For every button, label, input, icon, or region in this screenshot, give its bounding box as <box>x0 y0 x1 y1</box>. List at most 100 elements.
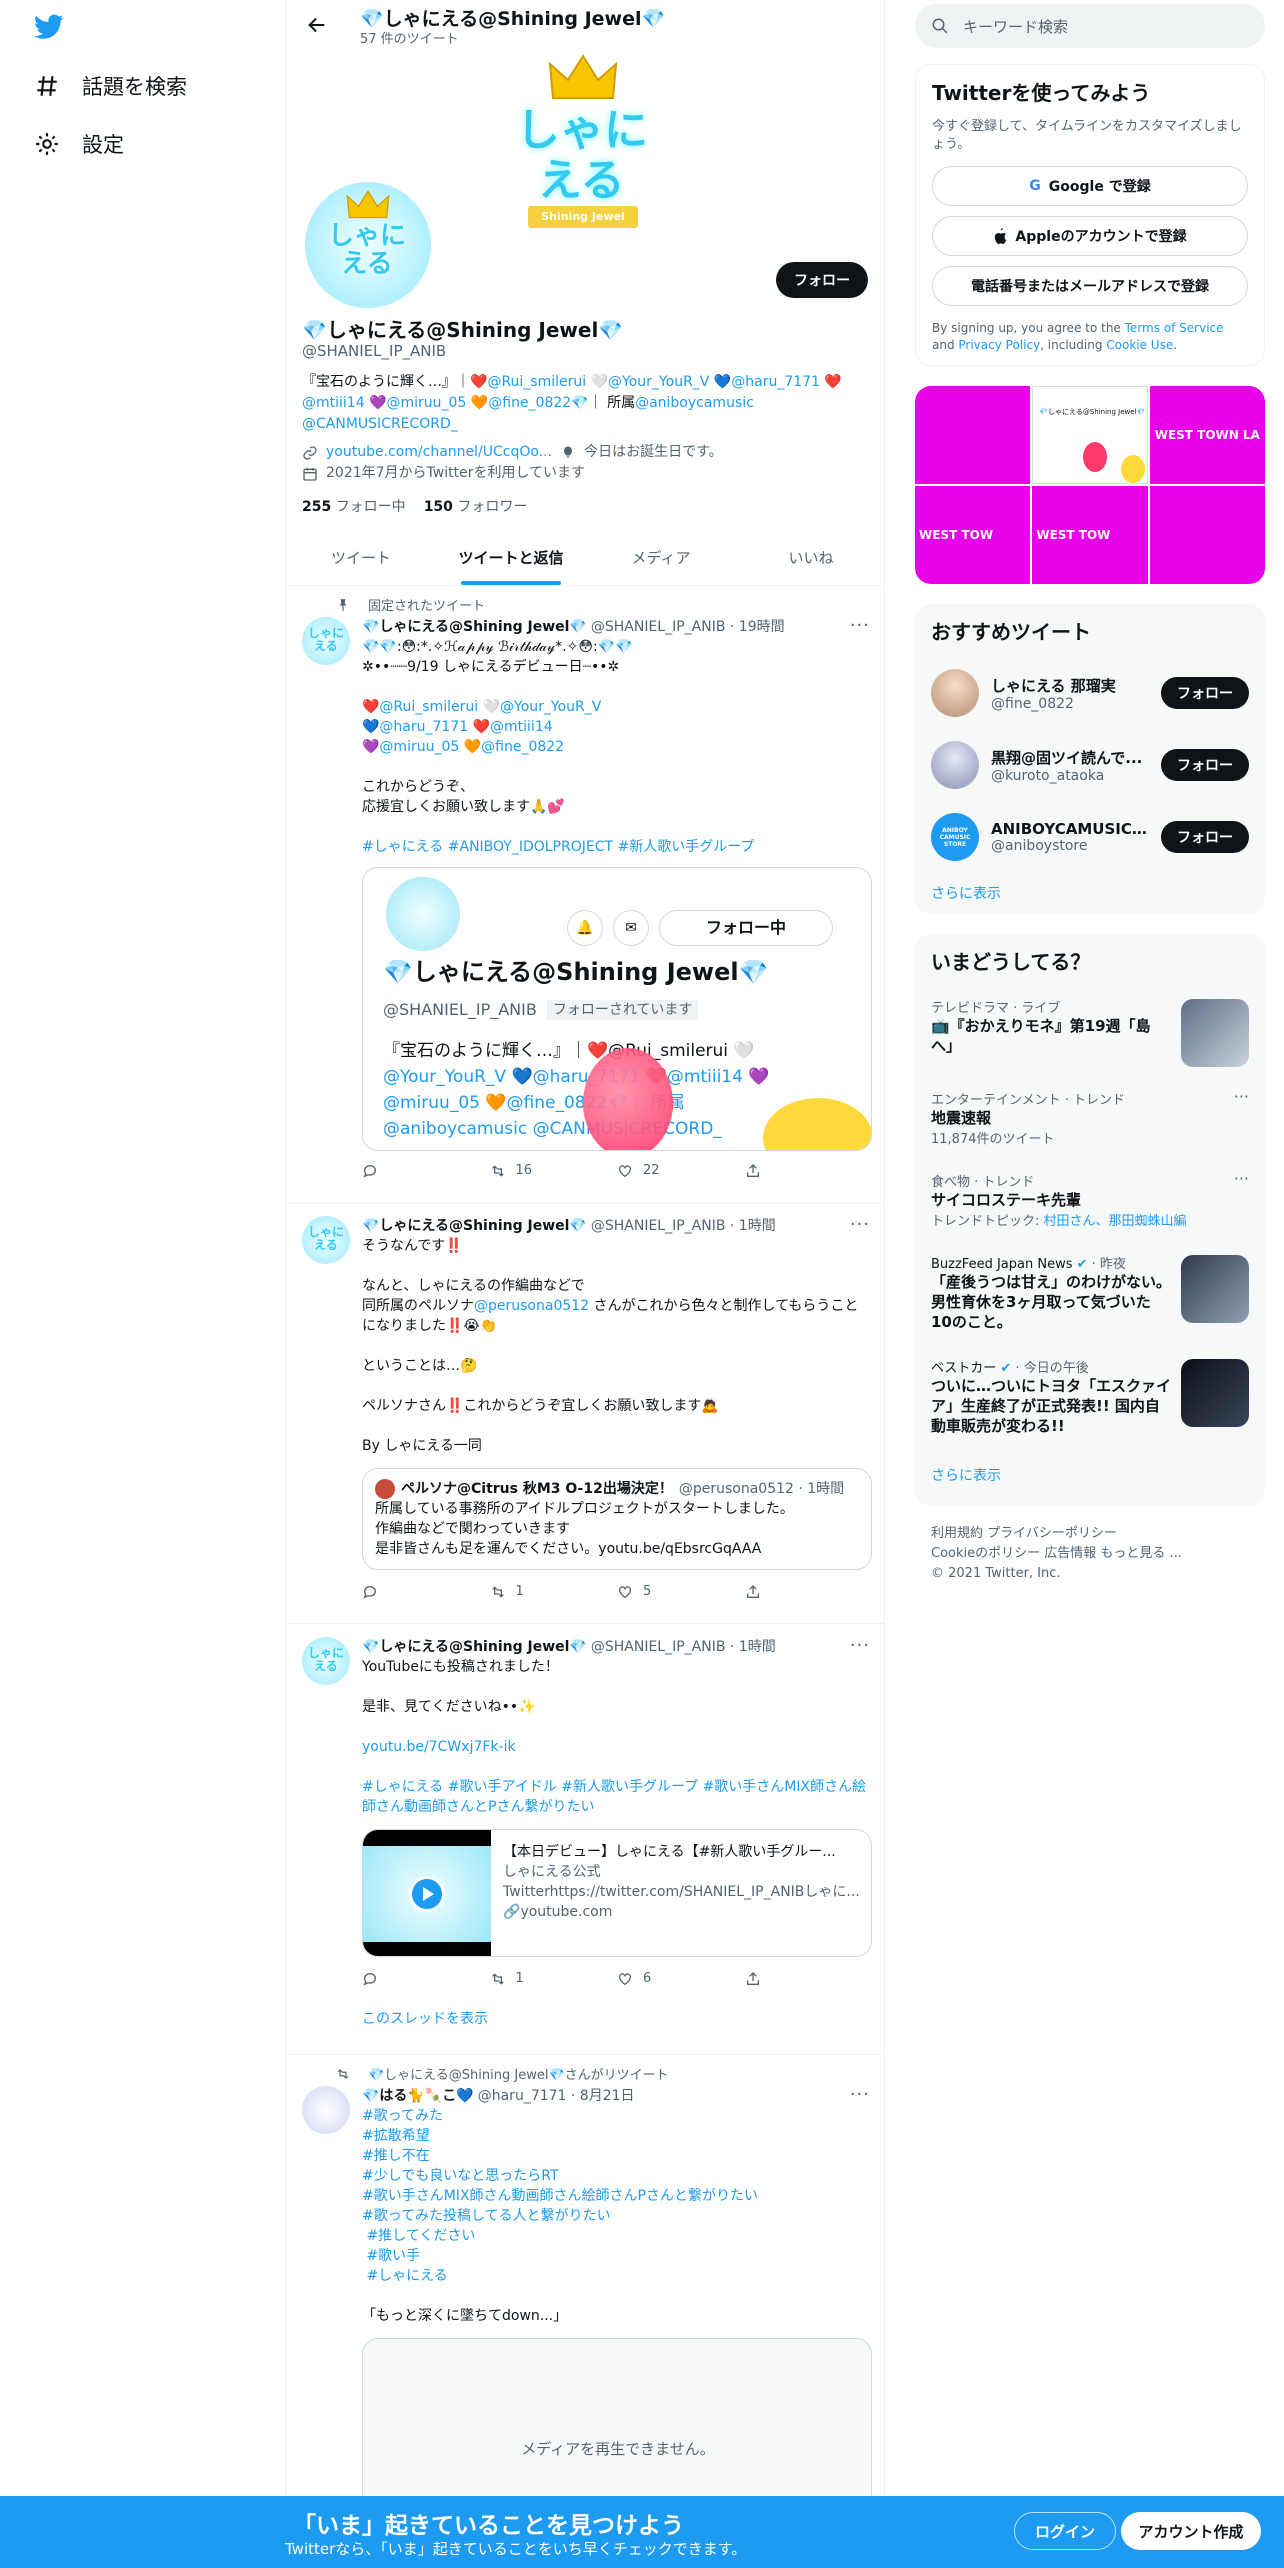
retweet-button[interactable]: 1 <box>490 1969 618 1989</box>
bio-mention[interactable]: @CANMUSICRECORD_ <box>302 416 458 432</box>
show-more-link[interactable]: さらに表示 <box>915 1457 1265 1493</box>
tweet-hashtag[interactable]: #歌ってみた投稿してる人と繋がりたい <box>362 2206 872 2226</box>
trend-item[interactable]: テレビドラマ · ライブ 📺『おかえりモネ』第19週「島へ」 <box>915 987 1265 1079</box>
followers-stat[interactable]: 150 フォロワー <box>424 496 528 516</box>
google-signup-button[interactable]: G Google で登録 <box>932 166 1248 206</box>
retweet[interactable]: 💎しゃにえる@Shining Jewel💎さんがリツイート ··· 💎はる🐈🍡こ… <box>286 2056 884 2500</box>
trend-item[interactable]: 食べ物 · トレンド サイコロステーキ先輩 トレンドトピック: 村田さん、那田蜘… <box>915 1161 1265 1243</box>
tweet-hashtags[interactable]: #しゃにえる #ANIBOY_IDOLPROJECT #新人歌い手グループ <box>362 837 872 857</box>
apple-signup-button[interactable]: Appleのアカウントで登録 <box>932 216 1248 256</box>
like-button[interactable]: 6 <box>617 1969 745 1989</box>
youtube-link-card[interactable]: 【本日デビュー】しゃにえる【#新人歌い手グルー... しゃにえる公式 Twitt… <box>362 1829 872 1957</box>
tweet-hashtags[interactable]: #しゃにえる #歌い手アイドル #新人歌い手グループ #歌い手さんMIX師さん絵… <box>362 1777 872 1817</box>
retweet-label[interactable]: 💎しゃにえる@Shining Jewel💎さんがリツイート <box>368 2064 669 2083</box>
follow-button[interactable]: フォロー <box>1161 749 1249 781</box>
retweet-button[interactable]: 16 <box>490 1161 618 1181</box>
trend-item[interactable]: エンターテインメント · トレンド 地震速報 11,874件のツイート ··· <box>915 1079 1265 1161</box>
recommended-user[interactable]: ANIBOY CAMUSIC STORE ANIBOYCAMUSIC ST...… <box>915 801 1265 873</box>
more-options-icon[interactable]: ··· <box>1234 1087 1249 1106</box>
bio-mention[interactable]: @Rui_smilerui <box>487 374 586 390</box>
search-box[interactable]: キーワード検索 <box>915 4 1265 48</box>
tweet-hashtag[interactable]: #少しでも良いなと思ったらRT <box>362 2166 872 2186</box>
following-stat[interactable]: 255 フォロー中 <box>302 496 406 516</box>
bio-mention[interactable]: @miruu_05 <box>387 395 467 411</box>
back-arrow-icon[interactable] <box>306 14 328 36</box>
login-button[interactable]: ログイン <box>1014 2512 1116 2550</box>
nav-settings[interactable]: 設定 <box>34 124 124 164</box>
tweet-mentions[interactable]: 💙@haru_7171 ❤️@mtiii14 <box>362 717 872 737</box>
share-button[interactable] <box>745 1161 873 1181</box>
nav-explore[interactable]: 話題を検索 <box>34 66 187 106</box>
trend-topics-link[interactable]: 村田さん、那田蜘蛛山編 <box>1044 1214 1187 1229</box>
tweet-mentions[interactable]: 💜@miruu_05 🧡@fine_0822 <box>362 737 872 757</box>
tweet-avatar[interactable]: しゃにえる <box>302 617 350 665</box>
signup-button[interactable]: アカウント作成 <box>1121 2512 1261 2550</box>
tweet-author-name[interactable]: 💎しゃにえる@Shining Jewel💎 <box>362 1216 587 1236</box>
tab-media[interactable]: メディア <box>586 530 736 585</box>
cookie-use-link[interactable]: Cookie Use <box>1106 338 1173 352</box>
tweet-author-name[interactable]: 💎はる🐈🍡こ💙 <box>362 2086 474 2106</box>
media-thumbnail[interactable] <box>1149 486 1265 584</box>
bio-mention[interactable]: @aniboycamusic <box>635 395 754 411</box>
bio-mention[interactable]: @haru_7171 <box>731 374 820 390</box>
share-button[interactable] <box>745 1582 873 1602</box>
tweet-handle-time[interactable]: @SHANIEL_IP_ANIB · 1時間 <box>591 1216 776 1236</box>
recommended-user[interactable]: 黒翔@固ツイ読んで... @kuroto_ataoka フォロー <box>915 729 1265 801</box>
recommended-user[interactable]: しゃにえる 那瑠実 @fine_0822 フォロー <box>915 657 1265 729</box>
tweet-hashtag[interactable]: #歌い手さんMIX師さん動画師さん絵師さんPさんと繋がりたい <box>362 2186 872 2206</box>
profile-url-link[interactable]: youtube.com/channel/UCcqOo... <box>326 442 552 463</box>
media-thumbnail[interactable]: WEST TOW <box>1032 486 1148 584</box>
tweet-author-name[interactable]: 💎しゃにえる@Shining Jewel💎 <box>362 1637 587 1657</box>
profile-avatar[interactable]: しゃにえる <box>301 178 435 312</box>
tweet-hashtag[interactable]: #歌い手 <box>362 2246 872 2266</box>
follow-button[interactable]: フォロー <box>1161 677 1249 709</box>
news-item[interactable]: BuzzFeed Japan News ✔ · 昨夜 「産後うつは甘え」のわけが… <box>915 1243 1265 1347</box>
media-thumbnail[interactable]: WEST TOW <box>915 486 1031 584</box>
quoted-tweet[interactable]: ペルソナ@Citrus 秋M3 O-12出場決定！ @perusona0512 … <box>362 1468 872 1570</box>
like-button[interactable]: 22 <box>617 1161 745 1181</box>
tweet-handle-time[interactable]: @SHANIEL_IP_ANIB · 1時間 <box>591 1637 776 1657</box>
tweet-hashtag[interactable]: #推してください <box>362 2226 872 2246</box>
show-thread-link[interactable]: このスレッドを表示 <box>362 2009 872 2029</box>
tab-tweets[interactable]: ツイート <box>286 530 436 585</box>
media-thumbnail[interactable]: 💎しゃにえる@Shining Jewel💎 <box>1032 386 1148 484</box>
tweet-hashtag[interactable]: #拡散希望 <box>362 2126 872 2146</box>
profile-card-image[interactable]: 🔔 ✉ フォロー中 💎しゃにえる@Shining Jewel💎 @SHANIEL… <box>362 867 872 1151</box>
tweet[interactable]: しゃにえる ··· 💎しゃにえる@Shining Jewel💎 @SHANIEL… <box>286 1204 884 1624</box>
tweet-hashtag[interactable]: #しゃにえる <box>362 2266 872 2286</box>
share-button[interactable] <box>745 1969 873 1989</box>
tweet-handle-time[interactable]: @haru_7171 · 8月21日 <box>478 2086 635 2106</box>
reply-button[interactable] <box>362 1969 490 1989</box>
show-more-link[interactable]: さらに表示 <box>915 873 1265 913</box>
bio-mention[interactable]: @mtiii14 <box>302 395 365 411</box>
tweet-hashtag[interactable]: #推し不在 <box>362 2146 872 2166</box>
tab-tweets-and-replies[interactable]: ツイートと返信 <box>436 530 586 585</box>
like-button[interactable]: 5 <box>617 1582 745 1602</box>
news-item[interactable]: ベストカー ✔ · 今日の午後 ついに…ついにトヨタ「エスクァイア」生産終了が正… <box>915 1347 1265 1457</box>
reply-button[interactable] <box>362 1582 490 1602</box>
tweet-link[interactable]: youtu.be/7CWxj7Fk-ik <box>362 1737 872 1757</box>
reply-button[interactable] <box>362 1161 490 1181</box>
tweet-hashtag[interactable]: #歌ってみた <box>362 2106 872 2126</box>
tweet-avatar[interactable] <box>302 2086 350 2134</box>
tab-likes[interactable]: いいね <box>736 530 884 585</box>
tweet-avatar[interactable]: しゃにえる <box>302 1216 350 1264</box>
tweet-author-name[interactable]: 💎しゃにえる@Shining Jewel💎 <box>362 617 587 637</box>
tweet-handle-time[interactable]: @SHANIEL_IP_ANIB · 19時間 <box>591 617 785 637</box>
bio-mention[interactable]: @fine_0822 <box>488 395 571 411</box>
media-player[interactable]: メディアを再生できません。 <box>362 2338 872 2500</box>
footer-link-row[interactable]: 利用規約 プライバシーポリシー <box>931 1524 1251 1544</box>
follow-button[interactable]: フォロー <box>1161 821 1249 853</box>
tweet-avatar[interactable]: しゃにえる <box>302 1637 350 1685</box>
bio-mention[interactable]: @Your_YouR_V <box>608 374 709 390</box>
terms-of-service-link[interactable]: Terms of Service <box>1125 321 1224 335</box>
media-thumbnail[interactable] <box>915 386 1031 484</box>
tweet-mentions[interactable]: ❤️@Rui_smilerui 🤍@Your_YouR_V <box>362 697 872 717</box>
more-options-icon[interactable]: ··· <box>1234 1169 1249 1188</box>
retweet-button[interactable]: 1 <box>490 1582 618 1602</box>
follow-button[interactable]: フォロー <box>776 262 868 298</box>
tweet[interactable]: しゃにえる ··· 💎しゃにえる@Shining Jewel💎 @SHANIEL… <box>286 1625 884 2055</box>
twitter-logo-icon[interactable] <box>34 14 64 40</box>
tweet-mention[interactable]: @perusona0512 <box>474 1298 589 1314</box>
footer-link-row[interactable]: Cookieのポリシー 広告情報 もっと見る ... <box>931 1544 1251 1564</box>
